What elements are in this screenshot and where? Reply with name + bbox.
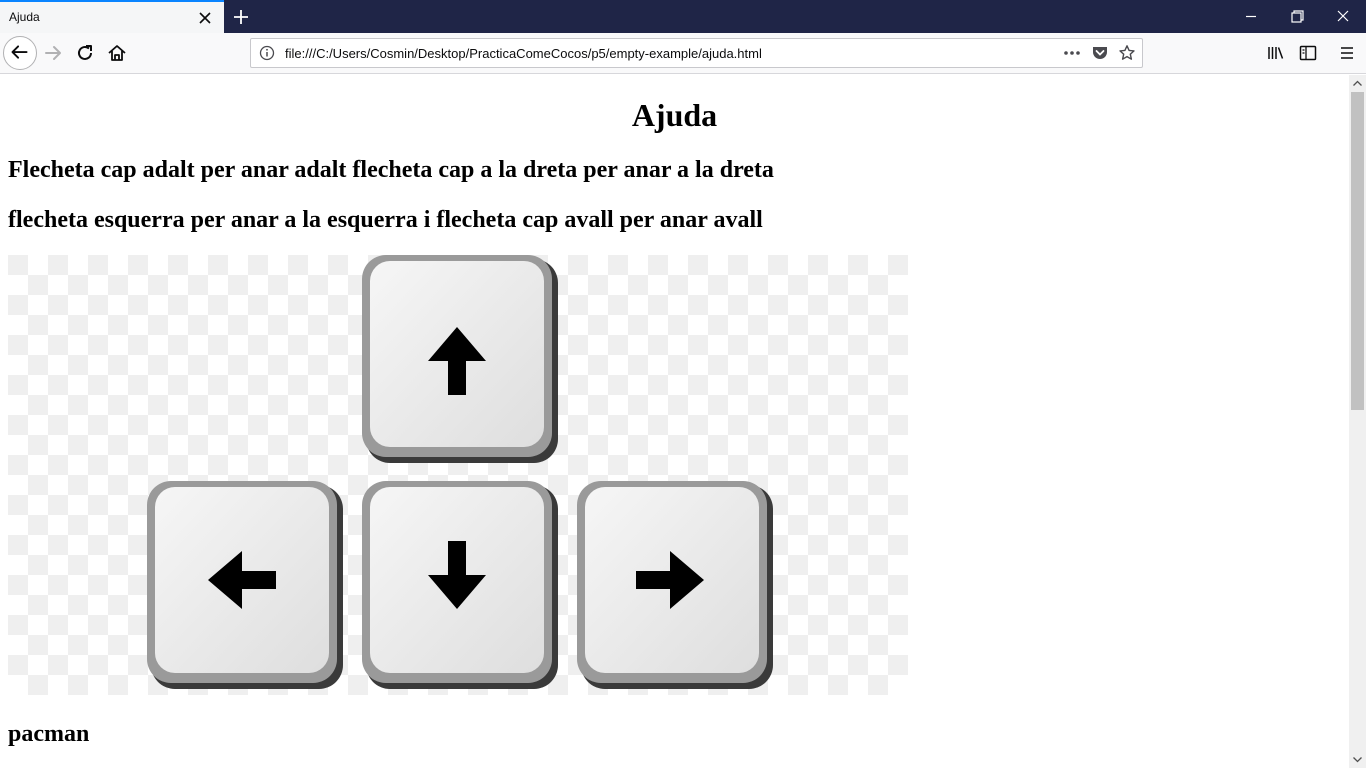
close-icon[interactable] (196, 9, 214, 27)
hamburger-menu-icon[interactable] (1337, 42, 1357, 64)
url-bar[interactable]: file:///C:/Users/Cosmin/Desktop/Practica… (250, 38, 1143, 68)
instructions-line-1: Flecheta cap adalt per anar adalt fleche… (8, 157, 774, 183)
window-minimize-icon[interactable] (1228, 0, 1274, 33)
arrow-left-icon (11, 45, 28, 59)
vertical-scrollbar[interactable] (1349, 75, 1366, 768)
home-icon[interactable] (105, 41, 129, 65)
page-title: Ajuda (631, 97, 718, 133)
back-button[interactable] (3, 36, 37, 70)
arrow-down-key (362, 481, 558, 689)
library-icon[interactable] (1265, 42, 1287, 64)
page-content: Ajuda Flecheta cap adalt per anar adalt … (0, 75, 1349, 768)
tab-title: Ajuda (9, 10, 40, 24)
arrow-right-key (577, 481, 773, 689)
pocket-icon[interactable] (1091, 44, 1109, 62)
plus-icon[interactable] (228, 5, 254, 29)
scroll-thumb[interactable] (1351, 92, 1364, 410)
info-icon[interactable] (259, 45, 275, 61)
url-text[interactable]: file:///C:/Users/Cosmin/Desktop/Practica… (285, 46, 762, 61)
arrow-left-key (147, 481, 343, 689)
star-icon[interactable] (1118, 44, 1136, 62)
arrow-keys-image (8, 255, 908, 695)
window-restore-icon[interactable] (1274, 0, 1320, 33)
scroll-up-icon[interactable] (1349, 75, 1366, 92)
scroll-down-icon[interactable] (1349, 751, 1366, 768)
more-horizontal-icon[interactable] (1061, 44, 1083, 62)
window-close-icon[interactable] (1320, 0, 1366, 33)
pacman-label: pacman (8, 721, 90, 747)
instructions-line-2: flecheta esquerra per anar a la esquerra… (8, 207, 763, 233)
sidebar-icon[interactable] (1297, 42, 1319, 64)
tab-ajuda[interactable]: Ajuda (0, 0, 224, 33)
tab-strip: Ajuda (0, 0, 1366, 33)
arrow-up-key (362, 255, 558, 463)
navigation-toolbar: file:///C:/Users/Cosmin/Desktop/Practica… (0, 33, 1366, 74)
reload-icon[interactable] (73, 41, 97, 65)
arrow-right-icon[interactable] (41, 41, 65, 65)
